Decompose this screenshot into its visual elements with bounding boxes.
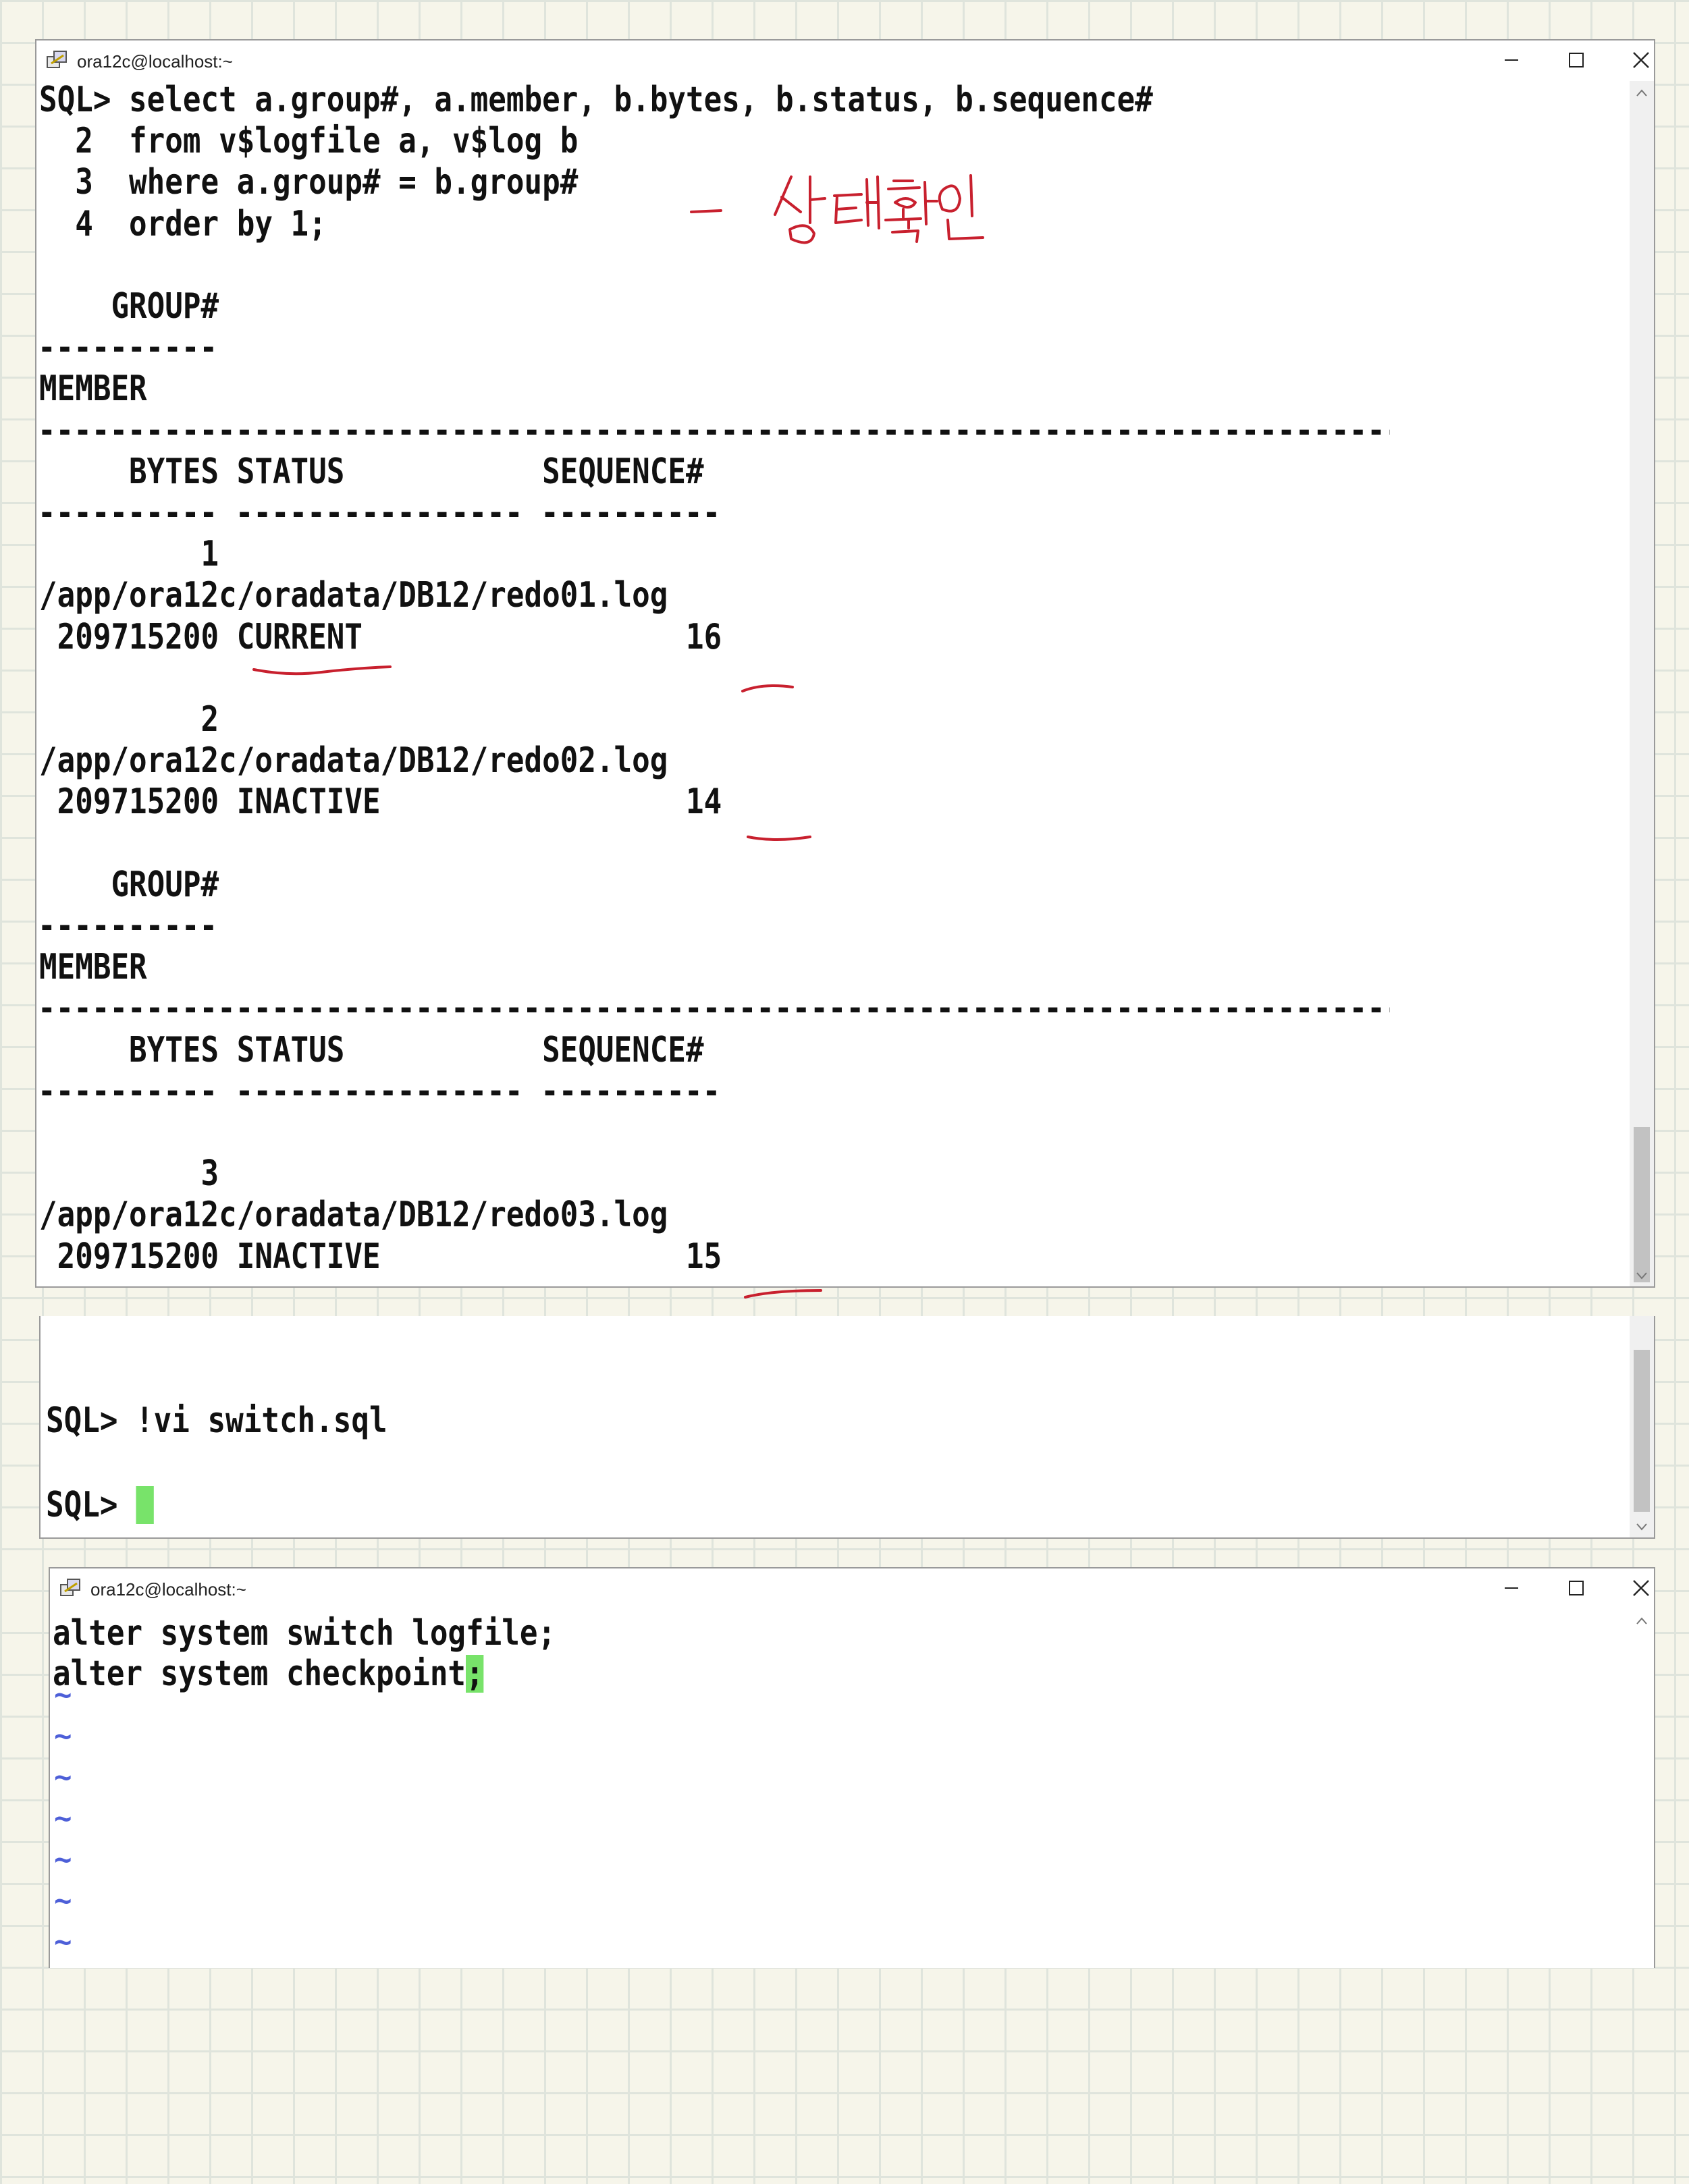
scrollbar[interactable] <box>1630 1609 1654 1968</box>
output-line: 3 where a.group# = b.group# <box>39 162 579 203</box>
title-bar[interactable]: ora12c@localhost:~ <box>50 1568 1654 1609</box>
maximize-icon <box>1569 53 1584 67</box>
maximize-icon <box>1569 1581 1584 1595</box>
output-line: 2 from v$logfile a, v$log b <box>39 121 579 162</box>
output-line: 3 <box>39 1153 219 1195</box>
output-line: SQL> !vi switch.sql <box>46 1402 387 1440</box>
output-line: 209715200 INACTIVE 15 <box>39 1236 722 1277</box>
terminal-output[interactable]: SQL> select a.group#, a.member, b.bytes,… <box>36 81 1628 1286</box>
output-line: MEMBER <box>39 947 147 988</box>
vi-empty-line-marker: ~ <box>54 1678 72 1712</box>
vi-empty-line-marker: ~ <box>54 1801 72 1836</box>
terminal-window-vi[interactable]: ora12c@localhost:~ alter system switch l… <box>49 1567 1655 1968</box>
vi-editor[interactable]: alter system switch logfile; alter syste… <box>50 1609 1628 1968</box>
output-line: /app/ora12c/oradata/DB12/redo02.log <box>39 740 668 782</box>
output-line: 209715200 INACTIVE 14 <box>39 782 722 823</box>
maximize-button[interactable] <box>1553 45 1600 76</box>
output-line: BYTES STATUS SEQUENCE# <box>39 1029 704 1070</box>
vi-empty-line-marker: ~ <box>54 1719 72 1753</box>
text-cursor <box>136 1486 154 1524</box>
separator-line: ---------- ---------------- ---------- <box>38 494 721 532</box>
separator-line: ---------- <box>38 329 218 367</box>
output-line: 1 <box>39 534 219 575</box>
scroll-up-icon[interactable] <box>1635 86 1648 100</box>
editor-line: alter system checkpoint; <box>53 1655 484 1693</box>
output-line: /app/ora12c/oradata/DB12/redo01.log <box>39 575 668 616</box>
line-text: SQL> <box>46 1485 136 1525</box>
vi-empty-line-marker: ~ <box>54 1842 72 1877</box>
vi-empty-line-marker: ~ <box>54 1925 72 1959</box>
window-title: ora12c@localhost:~ <box>77 51 233 72</box>
title-bar[interactable]: ora12c@localhost:~ <box>36 40 1654 81</box>
close-button[interactable] <box>1617 45 1654 76</box>
minimize-icon <box>1505 59 1518 61</box>
separator-line: ----------------------------------------… <box>38 989 1390 1028</box>
terminal-window-query[interactable]: ora12c@localhost:~ SQL> select a.group#,… <box>35 39 1655 1288</box>
scrollbar[interactable] <box>1630 1316 1654 1537</box>
scrollbar[interactable] <box>1630 81 1654 1286</box>
editor-line-text: alter system checkpoint <box>53 1654 466 1694</box>
putty-icon <box>47 51 67 68</box>
separator-line: ----------------------------------------… <box>38 411 1390 449</box>
output-line: SQL> select a.group#, a.member, b.bytes,… <box>39 80 1153 120</box>
output-line: BYTES STATUS SEQUENCE# <box>39 451 704 492</box>
close-icon <box>1633 52 1649 68</box>
editor-line: alter system switch logfile; <box>53 1613 556 1654</box>
vi-empty-line-marker: ~ <box>54 1884 72 1918</box>
minimize-button[interactable] <box>1488 1573 1535 1604</box>
close-button[interactable] <box>1617 1573 1654 1604</box>
output-line: /app/ora12c/oradata/DB12/redo03.log <box>39 1195 668 1236</box>
ink-underline <box>744 1289 822 1299</box>
separator-line: ---------- ---------------- ---------- <box>38 1072 721 1110</box>
output-line: 2 <box>39 699 219 740</box>
putty-icon <box>60 1579 80 1596</box>
window-title: ora12c@localhost:~ <box>90 1579 246 1600</box>
scroll-up-icon[interactable] <box>1635 1614 1648 1628</box>
close-icon <box>1633 1580 1649 1596</box>
maximize-button[interactable] <box>1553 1573 1600 1604</box>
minimize-icon <box>1505 1587 1518 1589</box>
separator-line: ---------- <box>38 907 218 945</box>
output-line: 4 order by 1; <box>39 203 327 244</box>
text-cursor: ; <box>466 1654 484 1694</box>
line-text: SQL> !vi switch.sql <box>46 1400 387 1441</box>
output-line: MEMBER <box>39 368 147 410</box>
output-line: GROUP# <box>39 286 219 327</box>
scrollbar-thumb[interactable] <box>1634 1127 1650 1282</box>
scroll-down-icon[interactable] <box>1635 1269 1648 1282</box>
output-line: GROUP# <box>39 864 219 905</box>
output-line: 209715200 CURRENT 16 <box>39 616 722 657</box>
terminal-output[interactable]: SQL> !vi switch.sql SQL> <box>41 1316 1628 1537</box>
scroll-down-icon[interactable] <box>1635 1520 1648 1533</box>
terminal-window-prompt[interactable]: SQL> !vi switch.sql SQL> <box>39 1316 1655 1539</box>
scrollbar-thumb[interactable] <box>1634 1350 1650 1512</box>
vi-empty-line-marker: ~ <box>54 1760 72 1795</box>
minimize-button[interactable] <box>1488 45 1535 76</box>
sql-prompt: SQL> <box>46 1486 154 1524</box>
